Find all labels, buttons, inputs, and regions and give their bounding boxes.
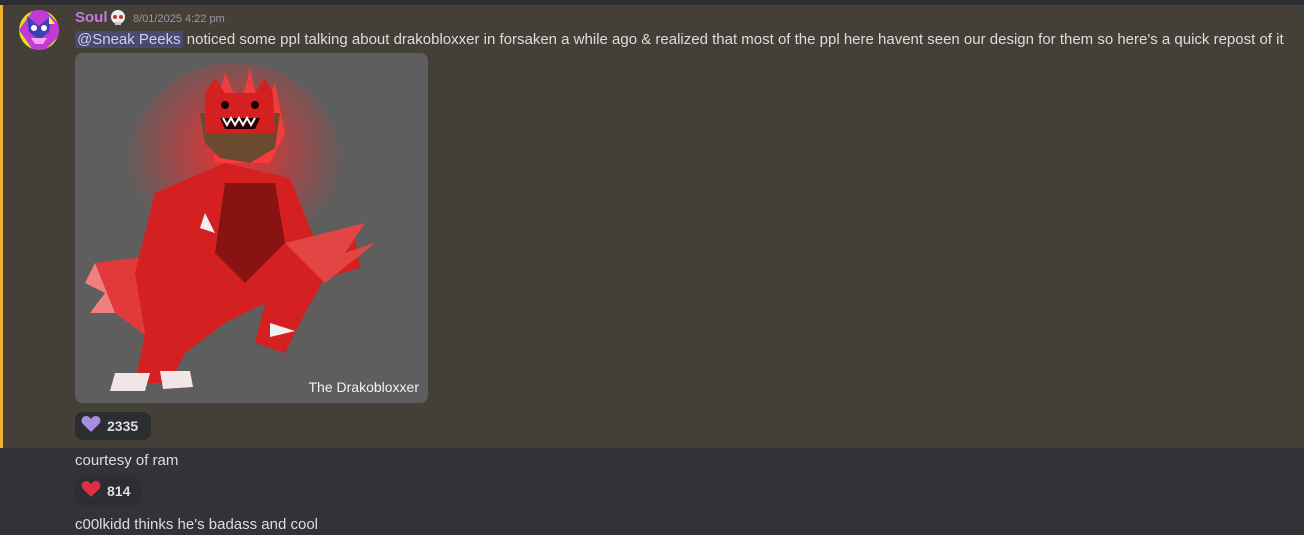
purple-heart-icon: [81, 415, 101, 438]
role-mention[interactable]: @Sneak Peeks: [75, 31, 183, 48]
reaction-count: 814: [107, 483, 131, 499]
message-content: @Sneak Peeks noticed some ppl talking ab…: [75, 30, 1284, 50]
reaction-purple-heart[interactable]: 2335: [75, 412, 151, 440]
reaction-count: 2335: [107, 418, 139, 434]
username[interactable]: Soul: [75, 9, 108, 27]
message-timestamp[interactable]: 8/01/2025 4:22 pm: [133, 12, 225, 26]
followup-message: courtesy of ram: [75, 452, 179, 469]
drakobloxxer-artwork: [75, 53, 428, 403]
skull-icon: [109, 9, 127, 27]
followup-message: c00lkidd thinks he's badass and cool: [75, 516, 319, 533]
image-attachment[interactable]: The Drakobloxxer: [75, 53, 428, 403]
message-text: noticed some ppl talking about drakoblox…: [182, 31, 1284, 48]
image-caption: The Drakobloxxer: [308, 379, 420, 395]
red-heart-icon: [81, 480, 101, 503]
user-avatar[interactable]: [19, 10, 59, 50]
reaction-red-heart[interactable]: 814: [75, 477, 141, 505]
